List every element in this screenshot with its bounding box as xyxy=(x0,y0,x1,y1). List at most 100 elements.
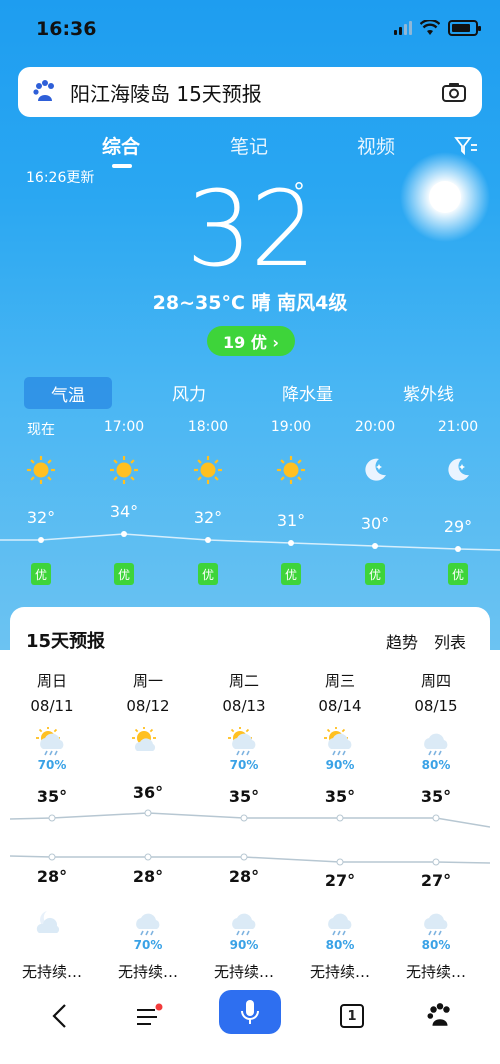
day-weather-icon xyxy=(35,726,69,757)
baidu-paw-icon xyxy=(33,80,54,101)
moon-icon xyxy=(448,458,469,481)
status-bar: 16:36 xyxy=(0,0,500,60)
status-time: 16:36 xyxy=(36,18,97,40)
sun-rain-icon xyxy=(324,726,352,756)
cloud-rain-icon xyxy=(424,913,448,936)
forecast-title: 15天预报 xyxy=(26,631,106,652)
cloud-rain-icon xyxy=(424,733,448,756)
voice-search-button[interactable] xyxy=(219,990,281,1034)
wind-description: 无持续… xyxy=(405,963,466,981)
day-weather-icon xyxy=(131,726,165,757)
day-precip-chance: 80% xyxy=(421,758,451,772)
aqi-badge[interactable]: 19 优 › xyxy=(207,326,295,356)
night-precip-chance: 80% xyxy=(421,938,451,952)
day-weather-icon xyxy=(419,727,453,757)
night-weather-icon xyxy=(419,907,453,937)
wind-description: 无持续… xyxy=(21,963,82,981)
metric-tab-precipitation[interactable]: 降水量 xyxy=(282,380,333,405)
back-arrow-icon xyxy=(52,1004,66,1028)
hour-temp: 34° xyxy=(109,502,139,521)
metric-tab-temperature[interactable]: 气温 xyxy=(24,377,112,409)
cloud-rain-icon xyxy=(136,913,160,936)
metric-tab-label: 气温 xyxy=(51,385,85,406)
tab-videos[interactable]: 视频 xyxy=(357,132,395,159)
forecast-weekday: 周四 xyxy=(420,672,451,690)
cloud-rain-icon xyxy=(328,913,352,936)
day-precip-chance: 70% xyxy=(229,758,259,772)
high-temp: 35° xyxy=(36,787,68,806)
sun-rain-icon xyxy=(36,726,64,756)
wind-description: 无持续… xyxy=(213,963,274,981)
status-icons xyxy=(394,20,481,36)
night-precip-chance: 70% xyxy=(133,938,163,952)
metric-tab-wind[interactable]: 风力 xyxy=(172,380,206,405)
hour-label: 21:00 xyxy=(437,419,479,435)
sun-cloud-icon xyxy=(132,726,156,751)
hour-aqi-badge: 优 xyxy=(365,563,385,585)
forecast-weekday: 周日 xyxy=(36,672,67,690)
sun-rain-icon xyxy=(228,726,256,756)
hour-temp: 31° xyxy=(276,511,306,530)
hour-aqi-badge: 优 xyxy=(281,563,301,585)
menu-icon xyxy=(137,1003,163,1025)
hour-weather-icon xyxy=(25,454,57,486)
pages-button[interactable]: 1 xyxy=(332,996,372,1036)
low-temp: 28° xyxy=(228,867,260,886)
moon-icon xyxy=(365,458,386,481)
tab-comprehensive[interactable]: 综合 xyxy=(102,132,140,159)
hour-aqi-badge: 优 xyxy=(198,563,218,585)
hour-temp: 29° xyxy=(443,517,473,536)
high-temp: 35° xyxy=(420,787,452,806)
sun-icon xyxy=(110,456,138,484)
low-temp: 27° xyxy=(420,871,452,890)
sun-icon xyxy=(194,456,222,484)
day-precip-chance: 70% xyxy=(37,758,67,772)
low-temp: 28° xyxy=(132,867,164,886)
night-precip-chance: 80% xyxy=(325,938,355,952)
forecast-date: 08/12 xyxy=(126,697,170,715)
wifi-icon xyxy=(420,20,440,35)
degree-symbol: ° xyxy=(293,178,305,206)
search-query[interactable]: 阳江海陵岛 15天预报 xyxy=(70,78,440,107)
hour-label: 20:00 xyxy=(354,419,396,435)
menu-button[interactable] xyxy=(128,996,168,1036)
cloud-rain-icon xyxy=(232,913,256,936)
night-weather-icon xyxy=(35,907,69,937)
hour-aqi-badge: 优 xyxy=(114,563,134,585)
high-temp: 35° xyxy=(228,787,260,806)
metric-tab-uv[interactable]: 紫外线 xyxy=(403,380,454,405)
day-weather-icon xyxy=(323,726,357,757)
high-temp: 36° xyxy=(132,783,164,802)
hour-aqi-badge: 优 xyxy=(448,563,468,585)
day-weather-icon xyxy=(227,726,261,757)
baidu-home-button[interactable] xyxy=(420,996,460,1036)
search-bar[interactable]: 阳江海陵岛 15天预报 xyxy=(18,67,482,117)
microphone-icon xyxy=(241,1000,259,1024)
night-weather-icon xyxy=(227,907,261,937)
day-precip-chance: 90% xyxy=(325,758,355,772)
forecast-date: 08/15 xyxy=(414,697,458,715)
forecast-date: 08/14 xyxy=(318,697,362,715)
night-weather-icon xyxy=(131,907,165,937)
tab-indicator xyxy=(112,164,132,168)
hour-weather-icon xyxy=(192,454,224,486)
hour-label: 19:00 xyxy=(270,419,312,435)
hour-temp: 30° xyxy=(360,514,390,533)
wind-description: 无持续… xyxy=(117,963,178,981)
low-temp: 27° xyxy=(324,871,356,890)
pages-count-icon: 1 xyxy=(340,1004,364,1028)
night-weather-icon xyxy=(323,907,357,937)
forecast-weekday: 周三 xyxy=(324,672,355,690)
signal-icon xyxy=(394,21,412,35)
bottom-nav: 1 xyxy=(0,984,500,1064)
low-temp: 28° xyxy=(36,867,68,886)
back-button[interactable] xyxy=(40,996,80,1036)
sun-icon xyxy=(277,456,305,484)
tab-notes[interactable]: 笔记 xyxy=(230,132,268,159)
list-option[interactable]: 列表 xyxy=(434,629,466,653)
camera-icon[interactable] xyxy=(440,78,468,106)
forecast-date: 08/13 xyxy=(222,697,266,715)
trend-option[interactable]: 趋势 xyxy=(386,629,418,653)
hourly-temp-curve xyxy=(0,531,500,552)
weather-summary: 28~35°C 晴 南风4级 xyxy=(152,292,348,314)
